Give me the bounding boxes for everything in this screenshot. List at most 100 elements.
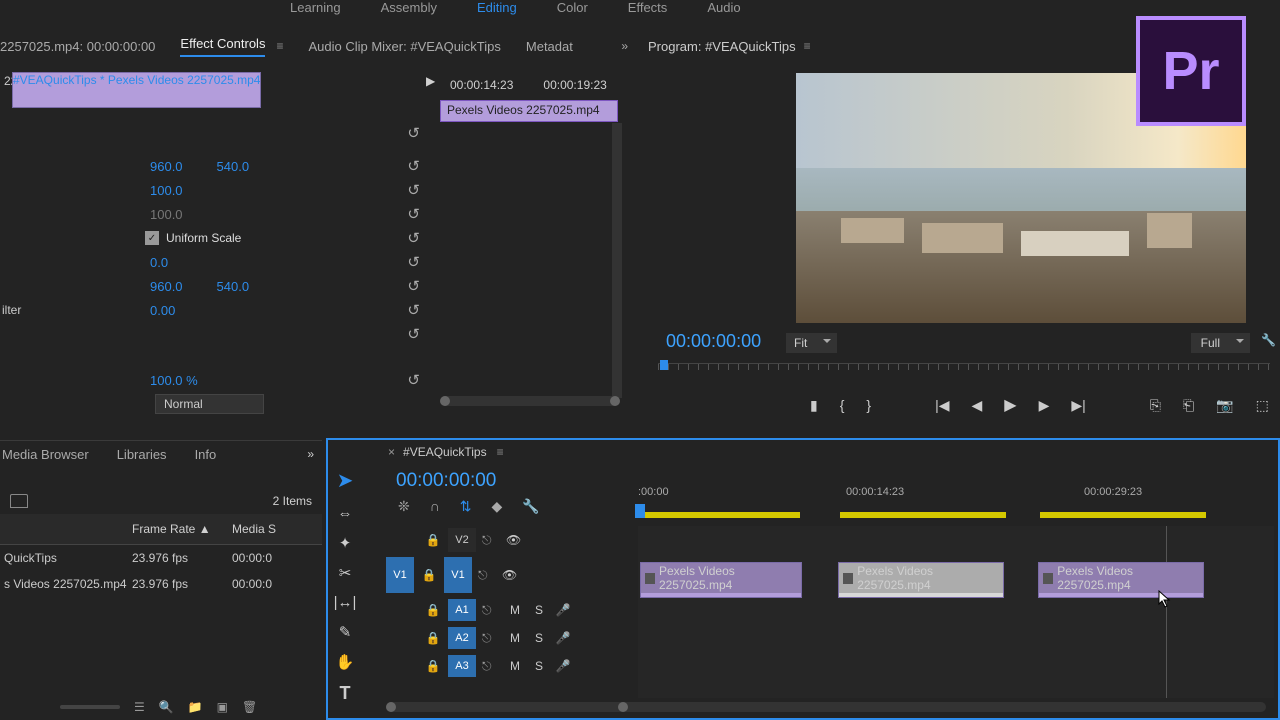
sync-icon[interactable]: ⎋ [482, 631, 500, 646]
burger-icon[interactable]: ≡ [276, 39, 283, 53]
mute-button[interactable]: M [506, 659, 524, 673]
mute-button[interactable]: M [506, 603, 524, 617]
reset-icon[interactable]: ↺ [407, 181, 420, 199]
ws-editing[interactable]: Editing [477, 0, 517, 12]
trash-icon[interactable]: 🗑 [242, 700, 257, 714]
a1-target[interactable]: A1 [448, 599, 476, 621]
ripple-tool[interactable]: ✦ [339, 534, 352, 552]
rot-val[interactable]: 0.0 [150, 255, 168, 270]
lock-icon[interactable]: 🔒 [424, 631, 442, 645]
sync-icon[interactable]: ⎋ [482, 603, 500, 618]
reset-icon[interactable]: ↺ [407, 205, 420, 223]
uniform-checkbox[interactable]: ✓ [145, 231, 159, 245]
link-icon[interactable]: ⇅ [460, 498, 472, 515]
snap-icon[interactable]: ❊ [398, 498, 410, 515]
solo-button[interactable]: S [530, 631, 548, 645]
step-back-button[interactable]: ◀ [972, 397, 983, 414]
lift-button[interactable]: ⎘ [1150, 397, 1161, 414]
pen-tool[interactable]: ✎ [339, 623, 352, 641]
col-name[interactable] [2, 522, 132, 536]
col-framerate[interactable]: Frame Rate ▲ [132, 522, 232, 536]
tab-source-clip[interactable]: 2257025.mp4: 00:00:00:00 [0, 39, 155, 54]
pos-y[interactable]: 540.0 [217, 159, 250, 174]
solo-button[interactable]: S [530, 603, 548, 617]
record-button[interactable]: 🎤 [554, 659, 572, 673]
sync-icon[interactable]: ⎋ [482, 659, 500, 674]
sequence-tab[interactable]: #VEAQuickTips [403, 445, 487, 459]
reset-icon[interactable]: ↺ [407, 157, 420, 175]
in-out-bar[interactable] [1040, 512, 1206, 518]
opacity-val[interactable]: 100.0 % [150, 373, 198, 388]
ws-effects[interactable]: Effects [628, 0, 668, 12]
tab-libraries[interactable]: Libraries [117, 447, 167, 462]
playhead-icon[interactable] [660, 360, 668, 370]
anchor-x[interactable]: 960.0 [150, 279, 183, 294]
ec-scroll-track[interactable] [612, 123, 622, 398]
pos-x[interactable]: 960.0 [150, 159, 183, 174]
zoom-slider[interactable] [60, 705, 120, 709]
selection-tool[interactable]: ➤ [337, 468, 354, 493]
razor-tool[interactable]: ✂ [339, 564, 352, 582]
extract-button[interactable]: ⎗ [1183, 397, 1194, 414]
blend-select[interactable]: Normal [155, 394, 264, 414]
project-item-sequence[interactable]: QuickTips 23.976 fps 00:00:0 [0, 545, 322, 571]
ws-learning[interactable]: Learning [290, 0, 341, 12]
overflow-icon[interactable]: » [307, 447, 314, 462]
slip-tool[interactable]: |↔| [334, 594, 357, 611]
step-fwd-button[interactable]: ▶ [1039, 397, 1050, 414]
wrench-icon[interactable]: 🔧 [1261, 333, 1276, 347]
resolution-select[interactable]: Full [1191, 333, 1250, 353]
tab-info[interactable]: Info [195, 447, 217, 462]
burger-icon[interactable]: ≡ [497, 445, 504, 459]
eye-icon[interactable]: 👁 [502, 568, 520, 582]
reset-icon[interactable]: ↺ [407, 371, 420, 389]
add-marker-icon[interactable]: ◆ [492, 498, 503, 515]
a3-target[interactable]: A3 [448, 655, 476, 677]
reset-icon[interactable]: ↺ [407, 277, 420, 295]
anti-val[interactable]: 0.00 [150, 303, 175, 318]
timeline-ruler[interactable]: :00:00 00:00:14:23 00:00:29:23 [638, 490, 1274, 518]
mark-out-button[interactable]: } [866, 397, 871, 413]
ec-clip-bar[interactable]: Pexels Videos 2257025.mp4 [440, 100, 618, 122]
ec-hscroll[interactable] [440, 396, 620, 406]
v2-target[interactable]: V2 [448, 528, 476, 552]
program-timecode[interactable]: 00:00:00:00 [666, 331, 761, 352]
program-ruler[interactable] [658, 363, 1270, 383]
eye-icon[interactable]: 👁 [506, 533, 524, 547]
settings-icon[interactable]: 🔧 [522, 498, 539, 515]
sync-icon[interactable]: ⎋ [478, 568, 496, 583]
list-view-icon[interactable]: ☰ [134, 700, 145, 714]
clip-1[interactable]: Pexels Videos 2257025.mp4 [640, 562, 802, 598]
solo-button[interactable]: S [530, 659, 548, 673]
sync-icon[interactable]: ⎋ [482, 533, 500, 548]
tab-effect-controls[interactable]: Effect Controls [180, 36, 265, 57]
lock-icon[interactable]: 🔒 [424, 533, 442, 547]
hand-tool[interactable]: ✋ [336, 653, 355, 671]
reset-icon[interactable]: ↺ [407, 124, 420, 142]
record-button[interactable]: 🎤 [554, 603, 572, 617]
go-start-button[interactable]: |◀ [935, 397, 949, 414]
play-button[interactable]: ▶ [1004, 395, 1016, 415]
reset-icon[interactable]: ↺ [407, 301, 420, 319]
project-item-clip[interactable]: s Videos 2257025.mp4 23.976 fps 00:00:0 [0, 571, 322, 597]
a2-target[interactable]: A2 [448, 627, 476, 649]
burger-icon[interactable]: ≡ [804, 39, 811, 53]
playhead-icon[interactable] [635, 504, 645, 518]
timeline-hscroll[interactable] [386, 702, 1266, 712]
program-tab[interactable]: Program: #VEAQuickTips [648, 39, 796, 54]
in-out-bar[interactable] [642, 512, 800, 518]
zoom-select[interactable]: Fit [786, 333, 837, 353]
clip-2[interactable]: Pexels Videos 2257025.mp4 [838, 562, 1004, 598]
type-tool[interactable]: T [340, 683, 351, 704]
ws-audio[interactable]: Audio [707, 0, 740, 12]
tab-metadata[interactable]: Metadat [526, 39, 573, 54]
play-icon[interactable]: ▶ [426, 74, 435, 88]
reset-icon[interactable]: ↺ [407, 229, 420, 247]
v1-source-patch[interactable]: V1 [386, 557, 414, 593]
go-end-button[interactable]: ▶| [1071, 397, 1085, 414]
close-icon[interactable]: × [388, 445, 395, 459]
record-button[interactable]: 🎤 [554, 631, 572, 645]
folder-icon[interactable] [10, 494, 28, 508]
ws-assembly[interactable]: Assembly [381, 0, 437, 12]
new-item-icon[interactable]: ▣ [217, 700, 228, 714]
